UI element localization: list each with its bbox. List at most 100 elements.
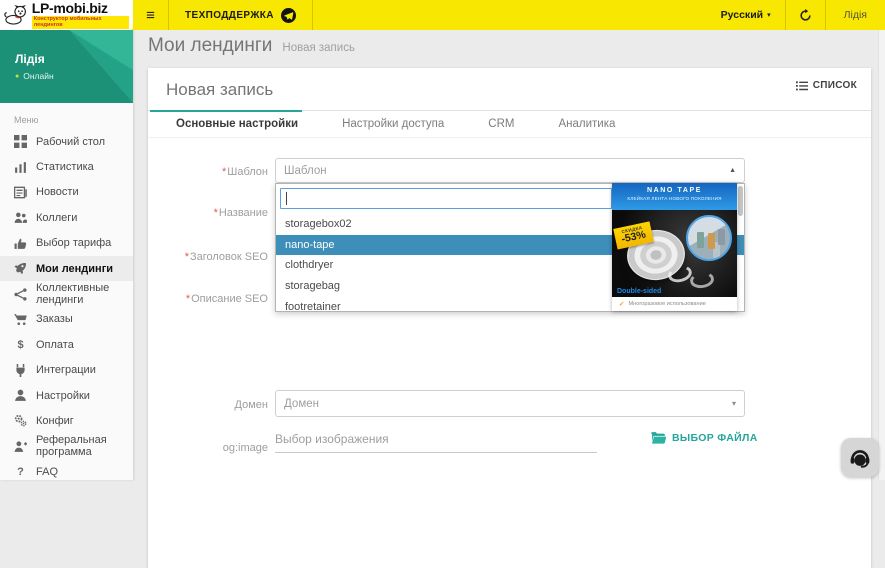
- preview-feature-row: ✔ Многоразовое использование: [612, 297, 737, 311]
- sidebar-item-colleagues[interactable]: Коллеги: [0, 205, 133, 230]
- check-icon: ✔: [619, 300, 624, 308]
- sidebar-item-settings[interactable]: Настройки: [0, 383, 133, 408]
- language-selector[interactable]: Русский ▾: [707, 0, 785, 30]
- file-picker-label: ВЫБОР ФАЙЛА: [672, 432, 758, 444]
- share-icon: [14, 288, 27, 301]
- preview-product-image: СКИДКА -53% Double-sided: [612, 210, 737, 297]
- sidebar-user-panel: Лідія ● Онлайн: [0, 30, 133, 103]
- sidebar-user-name: Лідія: [15, 52, 133, 66]
- seo-description-field-label: *Описание SEO: [148, 293, 268, 305]
- sidebar-item-label: Настройки: [36, 390, 90, 402]
- sidebar-item-label: Статистика: [36, 161, 94, 173]
- tab-crm[interactable]: CRM: [472, 111, 530, 137]
- sidebar-item-label: Конфиг: [36, 415, 74, 427]
- text-cursor: [286, 192, 287, 205]
- sidebar-item-news[interactable]: Новости: [0, 180, 133, 205]
- domain-select-placeholder: Домен: [284, 398, 732, 410]
- domain-select[interactable]: Домен ▾: [275, 390, 745, 417]
- sidebar-item-tariff[interactable]: Выбор тарифа: [0, 231, 133, 256]
- template-select[interactable]: Шаблон ▲: [275, 158, 745, 183]
- top-bar: LP-mobi.biz Конструктор мобильных лендин…: [0, 0, 885, 30]
- tab-bar: Основные настройки Настройки доступа CRM…: [148, 110, 871, 138]
- sidebar-item-label: FAQ: [36, 466, 58, 478]
- sidebar: Лідія ● Онлайн Меню Рабочий стол Статист…: [0, 30, 133, 480]
- dropdown-scrollbar[interactable]: [738, 186, 743, 309]
- page-title: Мои лендинги: [148, 35, 272, 57]
- logo[interactable]: LP-mobi.biz Конструктор мобильных лендин…: [0, 0, 133, 30]
- sidebar-item-referral[interactable]: Реферальная программа: [0, 434, 133, 459]
- sidebar-item-payment[interactable]: $ Оплата: [0, 332, 133, 357]
- user-menu[interactable]: Лідія: [825, 0, 885, 30]
- language-label: Русский: [721, 9, 763, 21]
- user-icon: [14, 389, 27, 402]
- gears-icon: [14, 414, 27, 427]
- preview-header: NANO TAPE КЛЕЙКАЯ ЛЕНТА НОВОГО ПОКОЛЕНИЯ: [612, 183, 737, 210]
- sidebar-item-orders[interactable]: Заказы: [0, 307, 133, 332]
- caret-down-icon: ▾: [732, 399, 736, 408]
- support-button[interactable]: ТЕХПОДДЕРЖКА: [169, 0, 313, 30]
- template-preview-thumbnail[interactable]: NANO TAPE КЛЕЙКАЯ ЛЕНТА НОВОГО ПОКОЛЕНИЯ…: [612, 183, 737, 311]
- list-button-label: СПИСОК: [813, 80, 857, 91]
- main-content: Мои лендинги Новая запись Новая запись С…: [133, 30, 885, 480]
- list-icon: [796, 81, 808, 91]
- support-label: ТЕХПОДДЕРЖКА: [185, 10, 274, 21]
- preview-title: NANO TAPE: [612, 187, 737, 194]
- online-status-label: Онлайн: [23, 71, 53, 81]
- domain-field-label: Домен: [148, 399, 268, 411]
- preview-feature-label: Многоразовое использование: [628, 301, 705, 307]
- page-scrollbar[interactable]: [878, 30, 885, 480]
- logo-subtitle: Конструктор мобильных лендингов: [32, 16, 129, 29]
- sidebar-item-statistics[interactable]: Статистика: [0, 154, 133, 179]
- sidebar-item-collective-landings[interactable]: Коллективные лендинги: [0, 281, 133, 306]
- sidebar-item-label: Мои лендинги: [36, 263, 113, 275]
- og-image-input[interactable]: [275, 426, 597, 453]
- sidebar-item-config[interactable]: Конфиг: [0, 408, 133, 433]
- sidebar-item-integrations[interactable]: Интеграции: [0, 358, 133, 383]
- form-card: Новая запись СПИСОК Основные настройки Н…: [148, 68, 871, 568]
- card-title: Новая запись: [166, 80, 273, 100]
- sidebar-item-label: Интеграции: [36, 364, 96, 376]
- sidebar-item-label: Коллективные лендинги: [36, 282, 133, 306]
- sidebar-item-my-landings[interactable]: Мои лендинги: [0, 256, 133, 281]
- sidebar-toggle-button[interactable]: ≡: [133, 0, 169, 30]
- template-select-placeholder: Шаблон: [284, 165, 729, 177]
- sidebar-item-label: Коллеги: [36, 212, 77, 224]
- file-picker-button[interactable]: ВЫБОР ФАЙЛА: [651, 432, 758, 444]
- name-field-label: *Название: [148, 207, 268, 219]
- preview-caption: Double-sided: [617, 288, 661, 295]
- headset-icon: [848, 446, 872, 470]
- plug-icon: [14, 364, 27, 377]
- support-chat-button[interactable]: [841, 438, 879, 477]
- refresh-icon: [799, 9, 812, 22]
- folder-icon: [651, 432, 666, 444]
- dashboard-icon: [14, 135, 27, 148]
- colleagues-icon: [14, 211, 27, 224]
- hamburger-icon: ≡: [146, 7, 155, 24]
- refresh-button[interactable]: [785, 0, 825, 30]
- dropdown-search-input[interactable]: [280, 188, 612, 209]
- online-dot-icon: ●: [15, 73, 19, 80]
- sidebar-item-label: Выбор тарифа: [36, 237, 111, 249]
- tab-access-settings[interactable]: Настройки доступа: [326, 111, 460, 137]
- menu-section-label: Меню: [0, 103, 133, 129]
- sidebar-item-faq[interactable]: ? FAQ: [0, 459, 133, 484]
- tab-analytics[interactable]: Аналитика: [542, 111, 631, 137]
- sidebar-item-label: Реферальная программа: [36, 434, 133, 458]
- sidebar-item-label: Рабочий стол: [36, 136, 105, 148]
- sidebar-item-label: Оплата: [36, 339, 74, 351]
- sidebar-item-label: Заказы: [36, 313, 73, 325]
- dog-logo-icon: [4, 3, 29, 27]
- preview-inset-photo: [686, 215, 732, 261]
- tape-loop-graphic: [689, 270, 715, 289]
- telegram-icon: [281, 8, 296, 23]
- list-button[interactable]: СПИСОК: [796, 80, 857, 91]
- breadcrumb: Новая запись: [282, 38, 355, 54]
- logo-title: LP-mobi.biz: [32, 1, 129, 15]
- dollar-icon: $: [14, 339, 27, 351]
- question-icon: ?: [14, 466, 27, 478]
- sidebar-item-dashboard[interactable]: Рабочий стол: [0, 129, 133, 154]
- seo-title-field-label: *Заголовок SEO: [148, 251, 268, 263]
- tab-main-settings[interactable]: Основные настройки: [160, 111, 314, 137]
- cart-icon: [14, 313, 27, 326]
- og-image-field-label: og:image: [148, 442, 268, 454]
